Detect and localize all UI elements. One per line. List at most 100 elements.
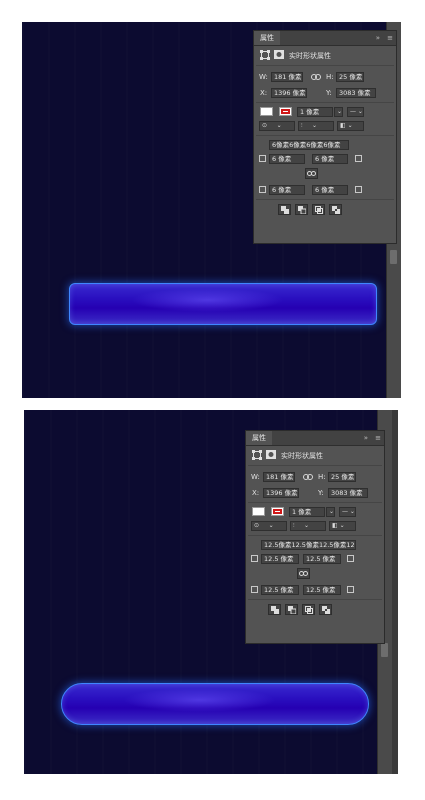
collapse-icon[interactable]: » — [364, 433, 368, 443]
fill-swatch[interactable] — [260, 107, 273, 116]
chain-link-icon[interactable] — [311, 74, 321, 80]
x-position-input[interactable]: 1396 像素 — [263, 488, 299, 498]
x-label: X: — [252, 489, 260, 497]
corner-br-icon — [347, 586, 354, 593]
corner-tr-input[interactable]: 12.5 像素 — [303, 554, 341, 564]
corner-tl-icon — [259, 155, 266, 162]
divider — [256, 102, 394, 103]
width-label: W: — [259, 73, 268, 81]
canvas-screenshot-top: 属性 » ≡ 实时形状属性 W: 181 像素 H: 25 像素 X: 1396… — [22, 22, 401, 398]
stroke-corners-dropdown[interactable]: ◧ ⌄ — [337, 121, 364, 131]
corner-tl-icon — [251, 555, 258, 562]
stroke-align-dropdown[interactable]: ⊙ ⌄ — [251, 521, 287, 531]
tab-properties[interactable]: 属性 — [254, 31, 280, 45]
stroke-width-input[interactable]: 1 像素 — [289, 507, 325, 517]
stroke-width-dropdown[interactable]: ⌄ — [326, 507, 335, 517]
bounding-box-icon — [252, 450, 262, 460]
stroke-swatch[interactable] — [271, 507, 284, 516]
divider — [248, 535, 382, 536]
shape-highlight — [131, 288, 285, 312]
y-position-input[interactable]: 3083 像素 — [336, 88, 376, 98]
shape-properties-header: 实时形状属性 — [246, 449, 384, 461]
path-ops-icon — [287, 605, 296, 614]
panel-menu-icon[interactable]: ≡ — [375, 433, 381, 443]
stroke-caps-dropdown[interactable]: ⫶ ⌄ — [298, 121, 334, 131]
scrollbar-thumb[interactable] — [390, 250, 397, 264]
bounding-box-icon — [260, 50, 270, 60]
fill-swatch[interactable] — [252, 507, 265, 516]
x-label: X: — [260, 89, 268, 97]
tab-properties[interactable]: 属性 — [246, 431, 272, 445]
stroke-width-input[interactable]: 1 像素 — [297, 107, 333, 117]
stroke-type-dropdown[interactable]: — ⌄ — [339, 507, 356, 517]
path-ops-icon — [280, 205, 289, 214]
panel-tab-bar: 属性 » ≡ — [254, 31, 396, 46]
corner-tl-input[interactable]: 6 像素 — [269, 154, 305, 164]
panel-tab-bar: 属性 » ≡ — [246, 431, 384, 446]
shape-highlight — [123, 688, 277, 712]
intersect-shapes-button[interactable] — [302, 604, 315, 615]
path-ops-icon — [304, 605, 313, 614]
corner-tr-icon — [347, 555, 354, 562]
subtract-shape-button[interactable] — [295, 204, 308, 215]
intersect-shapes-button[interactable] — [312, 204, 325, 215]
shape-mask-icon — [266, 450, 276, 459]
rounded-rectangle-shape[interactable] — [61, 683, 369, 725]
path-ops-icon — [314, 205, 323, 214]
path-ops-icon — [321, 605, 330, 614]
chain-link-icon — [299, 571, 308, 576]
divider — [248, 502, 382, 503]
section-title: 实时形状属性 — [281, 452, 323, 460]
stroke-swatch[interactable] — [279, 107, 292, 116]
panel-edge — [392, 410, 398, 774]
corner-bl-icon — [259, 186, 266, 193]
divider — [256, 65, 394, 66]
rounded-rectangle-shape[interactable] — [69, 283, 377, 325]
panel-menu-icon[interactable]: ≡ — [387, 33, 393, 43]
stroke-type-dropdown[interactable]: — ⌄ — [347, 107, 364, 117]
exclude-overlap-button[interactable] — [329, 204, 342, 215]
section-title: 实时形状属性 — [289, 52, 331, 60]
stroke-width-dropdown[interactable]: ⌄ — [334, 107, 343, 117]
collapse-icon[interactable]: » — [376, 33, 380, 43]
shape-mask-icon — [274, 50, 284, 59]
scrollbar-thumb[interactable] — [381, 643, 388, 657]
width-input[interactable]: 181 像素 — [263, 472, 295, 482]
corner-br-input[interactable]: 12.5 像素 — [303, 585, 341, 595]
link-corners-button[interactable] — [297, 568, 310, 579]
path-ops-icon — [270, 605, 279, 614]
width-input[interactable]: 181 像素 — [271, 72, 303, 82]
combine-shapes-button[interactable] — [278, 204, 291, 215]
canvas-screenshot-bottom: 属性 » ≡ 实时形状属性 W: 181 像素 H: 25 像素 X: 1396… — [24, 410, 398, 774]
height-label: H: — [318, 473, 326, 481]
path-ops-icon — [331, 205, 340, 214]
corner-bl-input[interactable]: 6 像素 — [269, 185, 305, 195]
divider — [256, 135, 394, 136]
y-position-input[interactable]: 3083 像素 — [328, 488, 368, 498]
height-input[interactable]: 25 像素 — [328, 472, 356, 482]
corner-br-input[interactable]: 6 像素 — [312, 185, 348, 195]
link-corners-button[interactable] — [305, 168, 318, 179]
corner-summary-input[interactable]: 12.5像素12.5像素12.5像素12.5像 — [261, 540, 356, 550]
height-input[interactable]: 25 像素 — [336, 72, 364, 82]
stroke-align-dropdown[interactable]: ⊙ ⌄ — [259, 121, 295, 131]
x-position-input[interactable]: 1396 像素 — [271, 88, 307, 98]
divider — [248, 465, 382, 466]
corner-tr-icon — [355, 155, 362, 162]
corner-summary-input[interactable]: 6像素6像素6像素6像素 — [269, 140, 349, 150]
height-label: H: — [326, 73, 334, 81]
corner-bl-input[interactable]: 12.5 像素 — [261, 585, 299, 595]
properties-panel: 属性 » ≡ 实时形状属性 W: 181 像素 H: 25 像素 X: 1396… — [245, 430, 385, 644]
chain-link-icon — [307, 171, 316, 176]
stroke-caps-dropdown[interactable]: ⫶ ⌄ — [290, 521, 326, 531]
stroke-corners-dropdown[interactable]: ◧ ⌄ — [329, 521, 356, 531]
corner-tr-input[interactable]: 6 像素 — [312, 154, 348, 164]
chain-link-icon[interactable] — [303, 474, 313, 480]
subtract-shape-button[interactable] — [285, 604, 298, 615]
corner-tl-input[interactable]: 12.5 像素 — [261, 554, 299, 564]
exclude-overlap-button[interactable] — [319, 604, 332, 615]
corner-br-icon — [355, 186, 362, 193]
combine-shapes-button[interactable] — [268, 604, 281, 615]
y-label: Y: — [326, 89, 332, 97]
path-ops-icon — [297, 205, 306, 214]
